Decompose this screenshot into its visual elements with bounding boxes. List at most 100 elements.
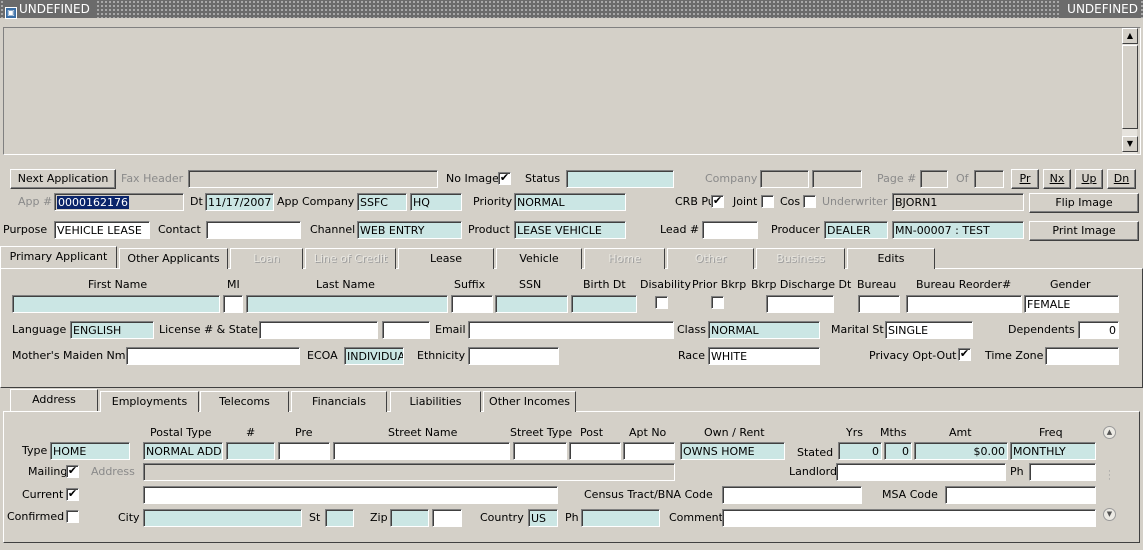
producer-detail-field[interactable]: MN-00007 : TEST: [892, 221, 1024, 239]
product-field[interactable]: LEASE VEHICLE: [514, 221, 626, 239]
image-panel-scrollbar[interactable]: ▲ ▼: [1121, 28, 1138, 154]
tab-primary-applicant[interactable]: Primary Applicant: [0, 246, 117, 268]
confirmed-checkbox[interactable]: [66, 510, 79, 523]
channel-field[interactable]: WEB ENTRY: [357, 221, 462, 239]
lead-field[interactable]: [702, 221, 758, 239]
scroll-up-icon[interactable]: ▲: [1122, 28, 1138, 44]
producer-field[interactable]: DEALER: [824, 221, 888, 239]
of-field[interactable]: [974, 170, 1004, 188]
bkrp-discharge-field[interactable]: [766, 295, 834, 313]
company-field-2[interactable]: [812, 170, 862, 188]
subtab-liabilities[interactable]: Liabilities: [390, 391, 481, 412]
address-field[interactable]: [143, 463, 675, 481]
priority-field[interactable]: NORMAL: [514, 193, 626, 211]
city-field[interactable]: [143, 509, 302, 527]
zip-field[interactable]: [390, 509, 429, 527]
record-down-icon[interactable]: ▼: [1103, 508, 1116, 521]
census-field[interactable]: [722, 486, 862, 504]
license-state-field[interactable]: [382, 321, 430, 339]
pre-field[interactable]: [278, 442, 330, 460]
privacy-opt-out-checkbox[interactable]: ✔: [958, 348, 971, 361]
birth-dt-field[interactable]: [571, 295, 637, 313]
msa-code-field[interactable]: [945, 486, 1096, 504]
tab-other-applicants[interactable]: Other Applicants: [119, 248, 228, 269]
joint-checkbox[interactable]: [761, 195, 774, 208]
bureau-reorder-field[interactable]: [906, 295, 1022, 313]
comment-field[interactable]: [722, 509, 1096, 527]
language-field[interactable]: ENGLISH: [70, 321, 154, 339]
apt-no-field[interactable]: [623, 442, 675, 460]
current-checkbox[interactable]: ✔: [66, 488, 79, 501]
dependents-field[interactable]: 0: [1078, 321, 1119, 339]
crb-pull-checkbox[interactable]: ✔: [711, 195, 724, 208]
purpose-field[interactable]: VEHICLE LEASE: [54, 221, 150, 239]
next-page-button[interactable]: Nx: [1043, 169, 1071, 189]
page-field[interactable]: [920, 170, 948, 188]
gender-field[interactable]: FEMALE: [1024, 295, 1119, 313]
down-button[interactable]: Dn: [1107, 169, 1136, 189]
flip-image-button[interactable]: Flip Image: [1029, 193, 1139, 213]
class-field[interactable]: NORMAL: [708, 321, 820, 339]
cos-checkbox[interactable]: [803, 195, 816, 208]
contact-field[interactable]: [206, 221, 301, 239]
first-name-field[interactable]: [12, 295, 220, 313]
scroll-down-icon[interactable]: ▼: [1122, 136, 1138, 152]
ecoa-field[interactable]: INDIVIDUAL: [344, 347, 404, 365]
underwriter-field[interactable]: BJORN1: [892, 193, 1024, 211]
ethnicity-field[interactable]: [468, 347, 559, 365]
number-field[interactable]: [226, 442, 275, 460]
street-name-field[interactable]: [333, 442, 510, 460]
time-zone-field[interactable]: [1045, 347, 1119, 365]
app-number-field[interactable]: 0000162176: [54, 193, 184, 211]
ssn-field[interactable]: [495, 295, 568, 313]
maiden-name-field[interactable]: [126, 347, 300, 365]
license-field[interactable]: [259, 321, 378, 339]
suffix-field[interactable]: [451, 295, 493, 313]
record-up-icon[interactable]: ▲: [1103, 426, 1116, 439]
mailing-checkbox[interactable]: ✔: [66, 465, 79, 478]
mi-field[interactable]: [223, 295, 243, 313]
app-company-branch-field[interactable]: HQ: [410, 193, 462, 211]
country-field[interactable]: US: [528, 509, 558, 527]
scroll-thumb[interactable]: [1122, 45, 1138, 129]
fax-header-field[interactable]: [188, 170, 438, 188]
tab-lease[interactable]: Lease: [398, 248, 494, 269]
subtab-financials[interactable]: Financials: [291, 391, 387, 412]
company-field-1[interactable]: [760, 170, 809, 188]
own-rent-field[interactable]: OWNS HOME: [680, 442, 785, 460]
landlord-field[interactable]: [836, 463, 1006, 481]
prior-bkrp-checkbox[interactable]: [711, 296, 724, 309]
tab-vehicle[interactable]: Vehicle: [496, 248, 582, 269]
prev-page-button[interactable]: Pr: [1011, 169, 1039, 189]
freq-field[interactable]: MONTHLY: [1010, 442, 1096, 460]
tab-edits[interactable]: Edits: [847, 248, 935, 269]
mths-field[interactable]: 0: [884, 442, 912, 460]
subtab-telecoms[interactable]: Telecoms: [200, 391, 289, 412]
current-address-line-field[interactable]: [143, 486, 558, 504]
post-field[interactable]: [569, 442, 621, 460]
subtab-other-incomes[interactable]: Other Incomes: [483, 391, 576, 412]
marital-field[interactable]: SINGLE: [885, 321, 973, 339]
street-type-field[interactable]: [513, 442, 567, 460]
subtab-employments[interactable]: Employments: [100, 391, 199, 412]
type-field[interactable]: HOME: [50, 442, 130, 460]
next-application-button[interactable]: Next Application: [10, 169, 116, 189]
amt-field[interactable]: $0.00: [914, 442, 1008, 460]
state-field[interactable]: [325, 509, 354, 527]
postal-type-field[interactable]: NORMAL ADDRESS: [143, 442, 223, 460]
address-record-scroller[interactable]: ▲ · · · ▼: [1100, 424, 1120, 526]
landlord-ph-field[interactable]: [1029, 463, 1096, 481]
race-field[interactable]: WHITE: [708, 347, 820, 365]
last-name-field[interactable]: [246, 295, 448, 313]
subtab-address[interactable]: Address: [10, 389, 98, 411]
app-company-field[interactable]: SSFC: [357, 193, 407, 211]
zip-ext-field[interactable]: [432, 509, 462, 527]
email-field[interactable]: [468, 321, 674, 339]
yrs-field[interactable]: 0: [838, 442, 882, 460]
up-button[interactable]: Up: [1075, 169, 1103, 189]
phone-field[interactable]: [581, 509, 660, 527]
status-field[interactable]: [566, 170, 674, 188]
print-image-button[interactable]: Print Image: [1029, 221, 1139, 241]
date-field[interactable]: 11/17/2007: [205, 193, 274, 211]
disability-checkbox[interactable]: [655, 296, 668, 309]
